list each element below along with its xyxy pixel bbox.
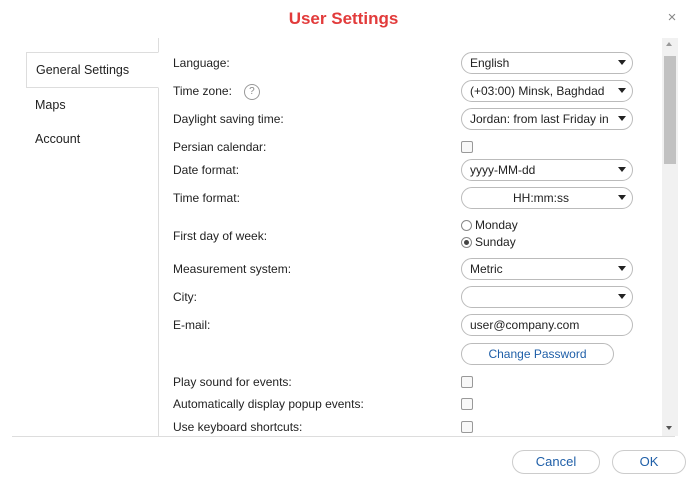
chevron-down-icon: [618, 266, 626, 271]
persian-calendar-checkbox[interactable]: [461, 141, 473, 153]
email-field[interactable]: user@company.com: [461, 314, 633, 336]
email-label: E-mail:: [173, 318, 211, 332]
city-row: City:: [159, 285, 662, 311]
scroll-thumb[interactable]: [664, 56, 676, 164]
radio-monday[interactable]: Monday: [461, 217, 518, 234]
time-format-select[interactable]: HH:mm:ss: [461, 187, 633, 209]
popup-label: Automatically display popup events:: [173, 397, 364, 411]
measurement-label: Measurement system:: [173, 262, 292, 276]
radio-button[interactable]: [461, 220, 472, 231]
dst-value: Jordan: from last Friday in: [470, 112, 609, 126]
date-format-value: yyyy-MM-dd: [470, 163, 536, 177]
measurement-row: Measurement system: Metric: [159, 257, 662, 283]
persian-calendar-label: Persian calendar:: [173, 140, 267, 154]
language-row: Language: English: [159, 51, 662, 77]
language-label: Language:: [173, 56, 230, 70]
radio-button[interactable]: [461, 237, 472, 248]
sidebar-item-general-settings[interactable]: General Settings: [26, 52, 159, 88]
sidebar-item-maps[interactable]: Maps: [26, 88, 158, 122]
first-day-label: First day of week:: [173, 229, 268, 243]
settings-content: Language: English Time zone:? (+03:00) M…: [159, 38, 662, 436]
shortcuts-label: Use keyboard shortcuts:: [173, 420, 303, 434]
chevron-down-icon: [618, 195, 626, 200]
first-day-radio-group: Monday Sunday: [461, 217, 518, 251]
time-zone-value: (+03:00) Minsk, Baghdad: [470, 84, 605, 98]
settings-sidebar: General Settings Maps Account: [26, 38, 159, 436]
time-format-row: Time format: HH:mm:ss: [159, 186, 662, 212]
shortcuts-row: Use keyboard shortcuts:: [159, 415, 662, 436]
time-format-label: Time format:: [173, 191, 240, 205]
language-value: English: [470, 56, 510, 70]
date-format-row: Date format: yyyy-MM-dd: [159, 158, 662, 184]
city-label: City:: [173, 290, 197, 304]
cancel-button[interactable]: Cancel: [512, 450, 600, 474]
change-password-button[interactable]: Change Password: [461, 343, 614, 365]
first-day-row: First day of week: Monday Sunday: [159, 217, 662, 253]
time-zone-row: Time zone:? (+03:00) Minsk, Baghdad: [159, 79, 662, 105]
chevron-down-icon: [618, 60, 626, 65]
shortcuts-checkbox[interactable]: [461, 421, 473, 433]
chevron-down-icon: [618, 294, 626, 299]
radio-sunday-label: Sunday: [475, 235, 516, 249]
change-password-row: Change Password: [159, 341, 662, 367]
time-zone-select[interactable]: (+03:00) Minsk, Baghdad: [461, 80, 633, 102]
measurement-select[interactable]: Metric: [461, 258, 633, 280]
time-zone-label: Time zone:: [173, 84, 232, 99]
dialog-title: User Settings: [288, 9, 399, 28]
popup-checkbox[interactable]: [461, 398, 473, 410]
measurement-value: Metric: [470, 262, 503, 276]
language-select[interactable]: English: [461, 52, 633, 74]
ok-button[interactable]: OK: [612, 450, 686, 474]
vertical-scrollbar[interactable]: [662, 38, 678, 436]
radio-monday-label: Monday: [475, 218, 518, 232]
dst-row: Daylight saving time: Jordan: from last …: [159, 107, 662, 133]
scroll-down-icon[interactable]: [666, 426, 672, 430]
sidebar-item-account[interactable]: Account: [26, 122, 158, 156]
city-select[interactable]: [461, 286, 633, 308]
chevron-down-icon: [618, 167, 626, 172]
date-format-label: Date format:: [173, 163, 240, 177]
time-format-value: HH:mm:ss: [513, 191, 569, 205]
play-sound-checkbox[interactable]: [461, 376, 473, 388]
radio-sunday[interactable]: Sunday: [461, 234, 518, 251]
date-format-select[interactable]: yyyy-MM-dd: [461, 159, 633, 181]
scroll-up-icon[interactable]: [666, 42, 672, 46]
chevron-down-icon: [618, 88, 626, 93]
close-icon[interactable]: ×: [665, 10, 679, 25]
footer-divider: [12, 436, 675, 437]
dst-select[interactable]: Jordan: from last Friday in: [461, 108, 633, 130]
dst-label: Daylight saving time:: [173, 112, 284, 126]
help-icon[interactable]: ?: [243, 84, 260, 100]
email-row: E-mail: user@company.com: [159, 313, 662, 339]
play-sound-label: Play sound for events:: [173, 375, 292, 389]
time-zone-label-wrap: Time zone:?: [173, 84, 260, 100]
user-settings-dialog: User Settings × General Settings Maps Ac…: [0, 0, 687, 481]
chevron-down-icon: [618, 116, 626, 121]
